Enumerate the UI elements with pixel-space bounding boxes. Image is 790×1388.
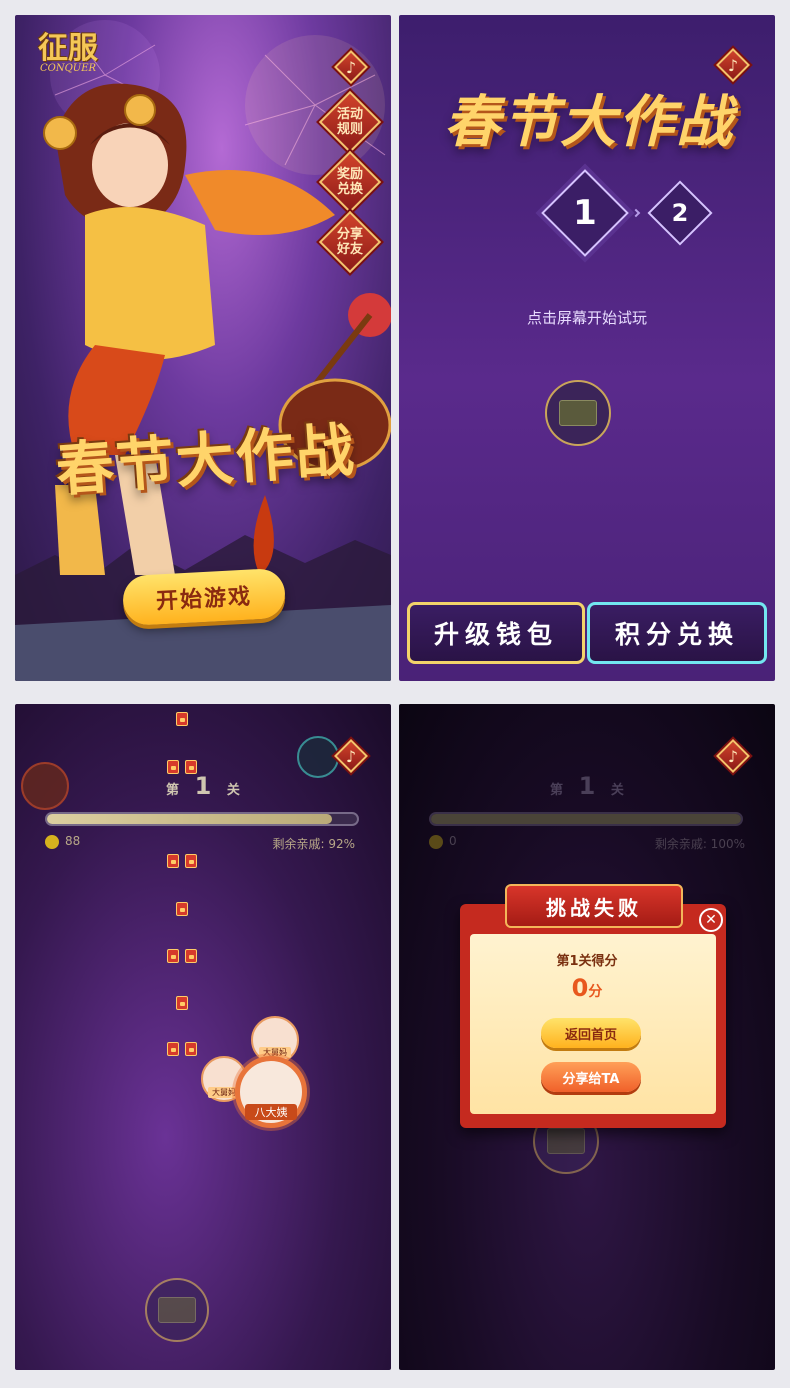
level-prefix: 第: [166, 783, 180, 798]
share-to-ta-button[interactable]: 分享给TA: [541, 1062, 641, 1092]
red-envelope: [176, 712, 188, 726]
red-envelope: [185, 760, 197, 774]
fail-dialog-title: 挑战失败: [546, 895, 642, 920]
level-number: 1: [578, 772, 596, 800]
points-exchange-button[interactable]: 积分兑换: [587, 602, 767, 664]
start-screen-panel: 征服 CONQUER ♪ 活动 规则 奖励 兑换 分享 好友 春节大作战 开始游…: [15, 15, 391, 681]
relative-avatar-right: [297, 736, 339, 778]
red-envelope: [167, 854, 179, 868]
logo: 征服 CONQUER: [29, 23, 107, 83]
music-note-icon: ♪: [727, 746, 739, 766]
coin-icon: [45, 834, 59, 849]
step-1-label: 1: [573, 193, 597, 233]
coin-count: 88: [45, 834, 80, 849]
affection-progress-bar: [45, 812, 359, 826]
logo-subtext: CONQUER: [39, 63, 97, 74]
red-envelope: [176, 902, 188, 916]
step-indicator: 1 2: [399, 169, 775, 260]
wallet-icon: [545, 380, 611, 446]
close-icon: ✕: [705, 912, 717, 928]
close-button[interactable]: ✕: [699, 908, 723, 932]
gameplay-panel[interactable]: ♪ 第 1 关 88 剩余亲戚: 92% 大舅妈 大舅妈 八大姨: [15, 704, 391, 1370]
upgrade-wallet-button[interactable]: 升级钱包: [407, 602, 585, 664]
score-label: 第1关得分: [556, 954, 618, 969]
logo-text: 征服: [38, 31, 98, 66]
share-friends-button-label: 分享 好友: [336, 227, 363, 257]
rewards-button-label: 奖励 兑换: [336, 167, 363, 197]
affection-progress-bar: [429, 812, 743, 826]
score-value: 0: [571, 974, 589, 1002]
step-2-label: 2: [671, 199, 689, 227]
red-envelope: [185, 949, 197, 963]
red-envelope: [167, 949, 179, 963]
start-hint-text: 点击屏幕开始试玩: [526, 309, 647, 327]
level-suffix: 关: [226, 783, 240, 798]
red-envelope: [185, 854, 197, 868]
coin-count: 0: [429, 834, 457, 849]
relative-name: 八大姨: [245, 1104, 297, 1120]
affection-remaining: 剩余亲戚: 100%: [654, 837, 745, 851]
level-label: 第 1 关: [163, 772, 243, 800]
fail-dialog: [460, 904, 726, 1128]
upgrade-wallet-label: 升级钱包: [433, 620, 558, 649]
music-toggle-button[interactable]: ♪: [716, 739, 750, 773]
coin-value: 88: [65, 834, 81, 848]
return-home-button[interactable]: 返回首页: [541, 1018, 641, 1048]
level-number: 1: [194, 772, 212, 800]
rules-button[interactable]: 活动 规则: [318, 90, 382, 154]
relative-avatar-left: [21, 762, 69, 810]
fail-dialog-ribbon: 挑战失败: [505, 884, 683, 928]
return-home-label: 返回首页: [564, 1027, 617, 1043]
points-exchange-label: 积分兑换: [614, 620, 739, 649]
coin-icon: [429, 834, 443, 849]
share-to-ta-label: 分享给TA: [562, 1071, 620, 1087]
affection-progress-fill: [47, 814, 333, 824]
music-note-icon: ♪: [345, 746, 357, 766]
rewards-button[interactable]: 奖励 兑换: [318, 150, 382, 214]
level-prefix: 第: [550, 783, 564, 798]
red-envelope: [185, 1042, 197, 1056]
coin-value: 0: [449, 834, 457, 848]
wallet-icon: [145, 1278, 209, 1342]
score-display: 0分: [399, 974, 775, 1002]
music-note-icon: ♪: [345, 57, 357, 77]
music-toggle-button[interactable]: ♪: [334, 739, 368, 773]
level-label: 第 1 关: [547, 772, 627, 800]
affection-progress-fill: [431, 814, 741, 824]
start-game-button[interactable]: 开始游戏: [121, 567, 287, 627]
music-toggle-button[interactable]: ♪: [334, 50, 368, 84]
tutorial-screen-panel[interactable]: ♪ 春节大作战 1 2 点击屏幕开始试玩 升级钱包 积分兑换: [399, 15, 775, 681]
level-suffix: 关: [610, 783, 624, 798]
challenge-failed-panel: ♪ 第 1 关 0 剩余亲戚: 100% 挑战失败 ✕ 第1关得分 0分 返回首…: [399, 704, 775, 1370]
share-friends-button[interactable]: 分享 好友: [318, 210, 382, 274]
start-game-button-label: 开始游戏: [155, 584, 253, 615]
red-envelope: [167, 760, 179, 774]
red-envelope: [176, 996, 188, 1010]
rules-button-label: 活动 规则: [336, 107, 363, 137]
score-unit: 分: [588, 984, 603, 1000]
game-title: 春节大作战: [444, 89, 734, 155]
affection-remaining: 剩余亲戚: 92%: [272, 837, 355, 851]
step-connector: [631, 208, 641, 218]
red-envelope: [167, 1042, 179, 1056]
